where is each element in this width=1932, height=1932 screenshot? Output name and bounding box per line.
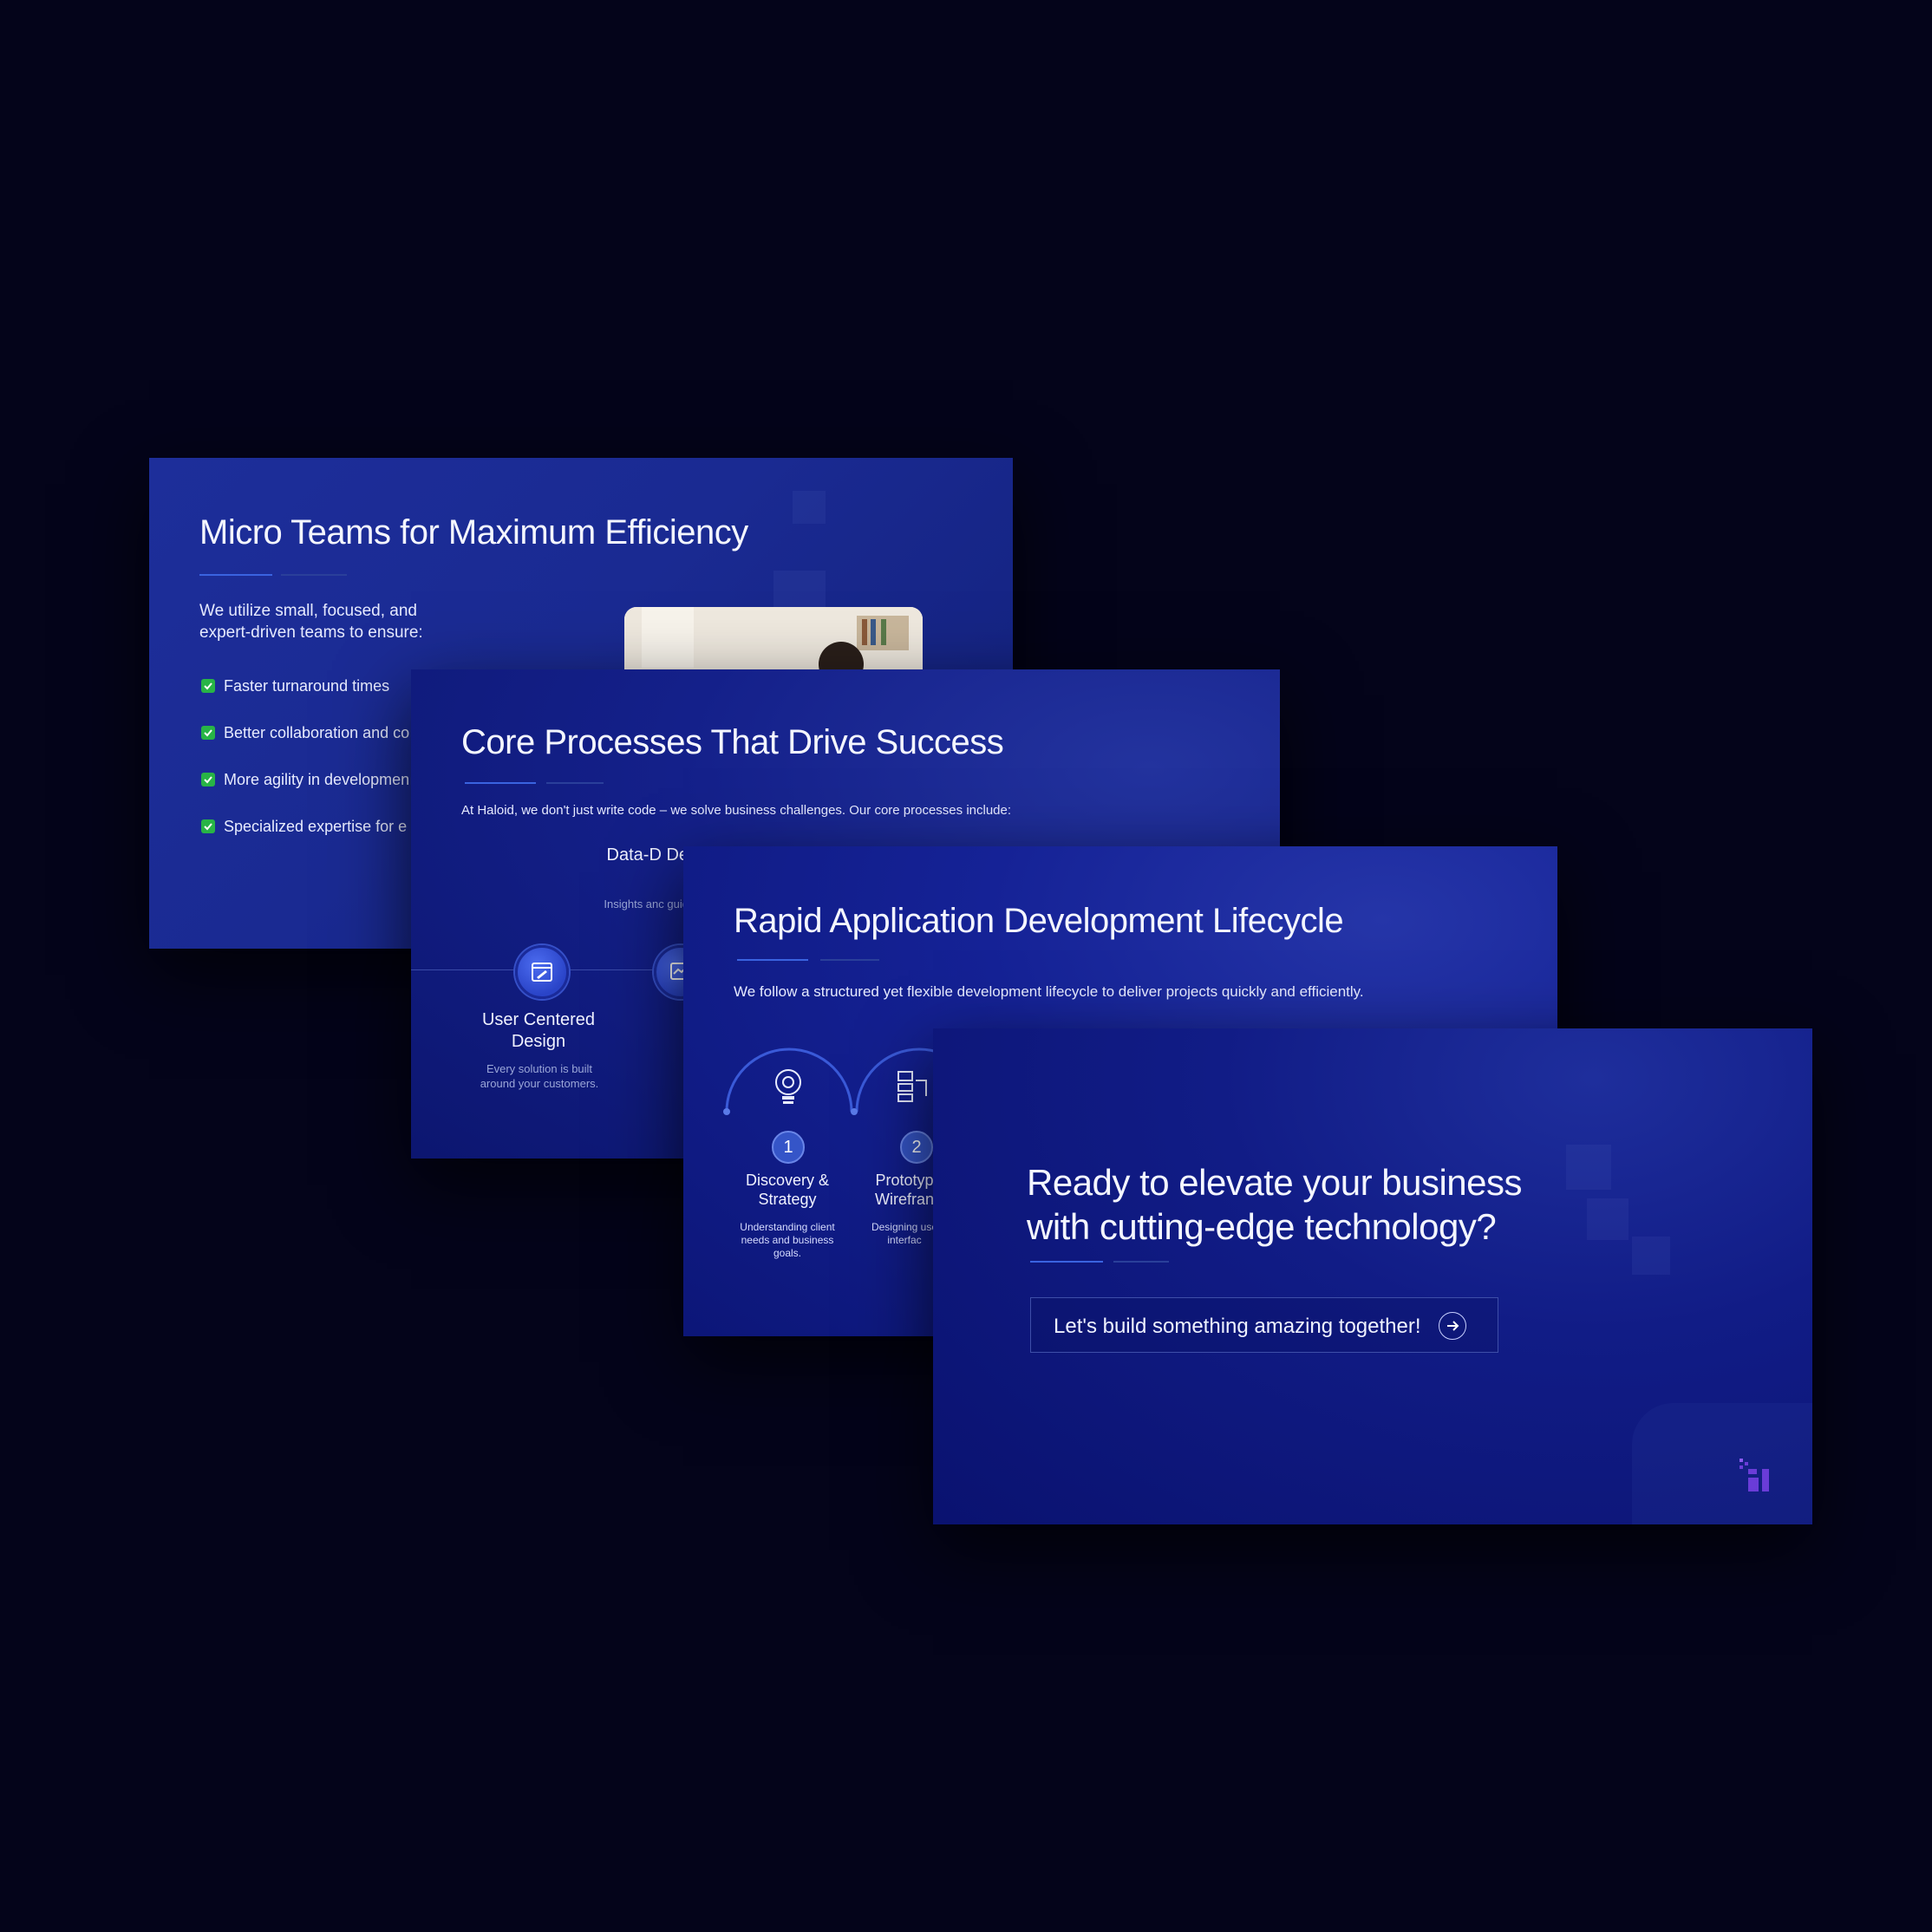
lightbulb-icon: [772, 1067, 805, 1111]
node-desc: Every solution is built around your cust…: [480, 1062, 599, 1090]
list-item-label: More agility in developmen: [224, 771, 410, 788]
decor-square: [1587, 1198, 1628, 1240]
intro-text: At Haloid, we don't just write code – we…: [461, 803, 1012, 818]
intro-text: We follow a structured yet flexible deve…: [734, 983, 1364, 1000]
step-title: Discovery & Strategy: [745, 1172, 830, 1208]
cta-button[interactable]: Let's build something amazing together!: [1030, 1297, 1498, 1353]
step-desc: Understanding client needs and business …: [740, 1221, 835, 1259]
list-item-label: Faster turnaround times: [224, 677, 390, 695]
decor-square: [793, 491, 826, 524]
design-icon: [515, 945, 569, 999]
step-desc: Designing use interfac: [871, 1221, 938, 1246]
checkmark-icon: [201, 819, 215, 833]
checkmark-icon: [201, 726, 215, 740]
brand-logo-icon: [1738, 1457, 1776, 1499]
cta-label: Let's build something amazing together!: [1054, 1315, 1421, 1338]
arrow-right-icon: [1439, 1312, 1466, 1340]
slide-title: Core Processes That Drive Success: [461, 723, 1004, 761]
decor-square: [1566, 1145, 1611, 1190]
checkmark-icon: [201, 679, 215, 693]
checkmark-icon: [201, 773, 215, 787]
slide-title: Ready to elevate your business with cutt…: [1027, 1162, 1523, 1247]
wireframe-icon: [897, 1070, 935, 1109]
list-item-label: Specialized expertise for e: [224, 818, 408, 835]
decor-panel: [1632, 1403, 1812, 1524]
step-number: 2: [900, 1131, 933, 1164]
intro-text: We utilize small, focused, and expert-dr…: [199, 602, 423, 642]
title-underline: [465, 782, 604, 784]
decor-square: [1632, 1237, 1670, 1275]
title-underline: [199, 574, 347, 576]
list-item-label: Better collaboration and co: [224, 724, 410, 741]
title-underline: [1030, 1261, 1169, 1263]
node-title: User Centered Design: [481, 1010, 596, 1051]
title-underline: [737, 959, 879, 961]
slide-title: Micro Teams for Maximum Efficiency: [199, 513, 748, 552]
slide-call-to-action: Ready to elevate your business with cutt…: [933, 1028, 1812, 1524]
step-number: 1: [772, 1131, 805, 1164]
slide-title: Rapid Application Development Lifecycle: [734, 902, 1344, 940]
step-title: Prototyp Wirefran: [874, 1172, 934, 1208]
